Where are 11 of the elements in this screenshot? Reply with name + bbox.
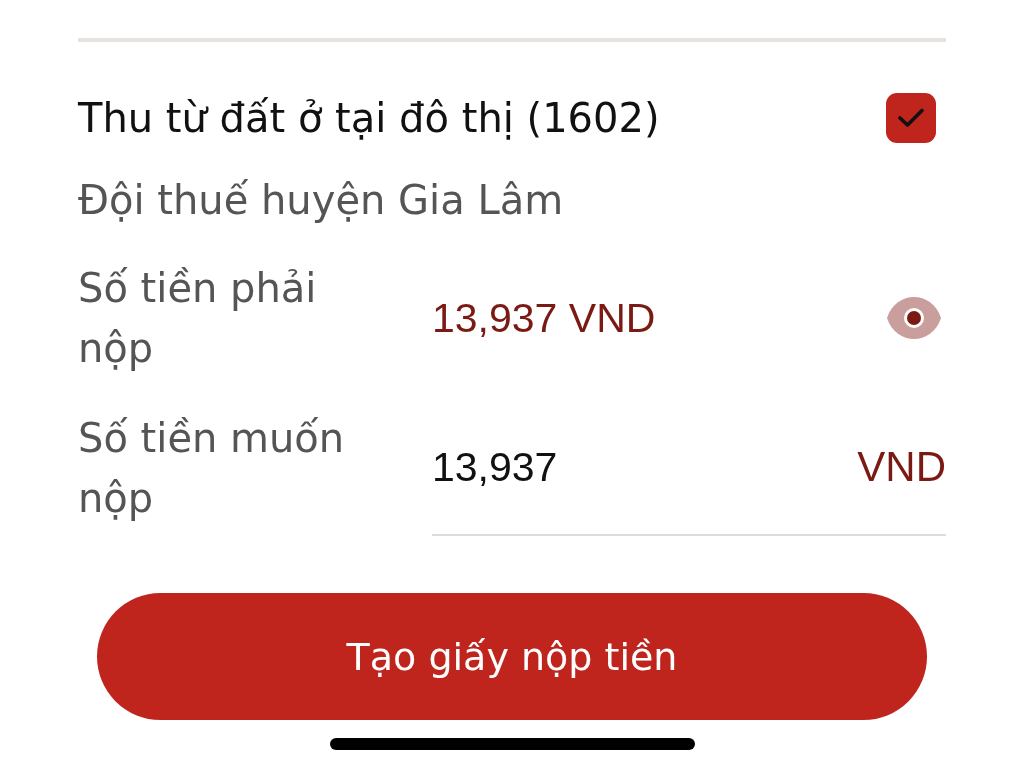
eye-icon[interactable]: [886, 295, 942, 341]
checkmark-icon: [898, 108, 924, 128]
checkbox[interactable]: [886, 93, 936, 143]
field-label: Số tiền phải nộp: [78, 264, 318, 373]
currency-label: VND: [857, 443, 946, 491]
amount-input-field[interactable]: 13,937: [432, 442, 858, 492]
amount-due-value: 13,937 VND: [432, 294, 656, 342]
create-payment-slip-button[interactable]: Tạo giấy nộp tiền: [97, 593, 927, 720]
tax-item-title: Thu từ đất ở tại đô thị (1602): [78, 94, 660, 143]
field-label: Số tiền muốn nộp: [78, 414, 346, 523]
tax-office-name: Đội thuế huyện Gia Lâm: [78, 176, 564, 225]
